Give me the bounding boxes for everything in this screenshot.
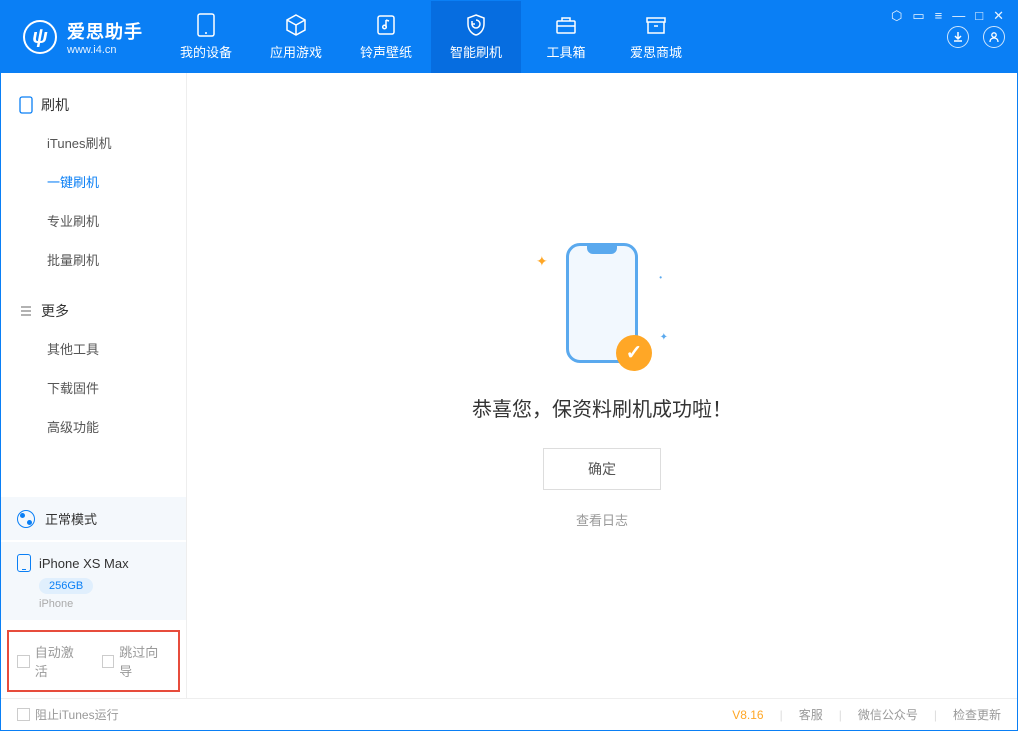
- tab-apps[interactable]: 应用游戏: [251, 1, 341, 73]
- checkbox-skip-guide[interactable]: 跳过向导: [102, 642, 171, 680]
- logo-area: ψ 爱思助手 www.i4.cn: [1, 1, 161, 73]
- checkbox-icon: [102, 655, 115, 668]
- storage-badge: 256GB: [39, 578, 93, 594]
- wechat-link[interactable]: 微信公众号: [858, 706, 918, 723]
- mode-box[interactable]: 正常模式: [1, 497, 186, 540]
- device-name: iPhone XS Max: [39, 556, 129, 571]
- app-title: 爱思助手: [67, 18, 143, 44]
- mode-icon: [17, 510, 35, 528]
- statusbar: 阻止iTunes运行 V8.16 | 客服 | 微信公众号 | 检查更新: [1, 698, 1017, 730]
- store-icon: [644, 13, 668, 37]
- sidebar-item-other-tools[interactable]: 其他工具: [1, 329, 186, 368]
- checkbox-row: 自动激活 跳过向导: [7, 630, 180, 692]
- minimize-icon[interactable]: —: [952, 8, 965, 24]
- view-log-link[interactable]: 查看日志: [576, 510, 628, 529]
- app-subtitle: www.i4.cn: [67, 44, 143, 56]
- window-controls: ⬡ ▭ ≡ — □ ✕: [891, 8, 1004, 24]
- cube-icon: [284, 13, 308, 37]
- hex-icon[interactable]: ⬡: [891, 8, 902, 24]
- tab-my-device[interactable]: 我的设备: [161, 1, 251, 73]
- music-icon: [374, 13, 398, 37]
- sidebar: 刷机 iTunes刷机 一键刷机 专业刷机 批量刷机 更多 其他工具 下载固件 …: [1, 73, 187, 698]
- app-window: ⬡ ▭ ≡ — □ ✕ ψ 爱思助手 www.i4.cn 我的设备 应用游戏: [0, 0, 1018, 731]
- main-content: ✦ ✦ • ✓ 恭喜您，保资料刷机成功啦！ 确定 查看日志: [187, 73, 1017, 698]
- sparkle-icon: ✦: [660, 332, 668, 343]
- sparkle-icon: •: [659, 273, 662, 282]
- titlebar: ⬡ ▭ ≡ — □ ✕ ψ 爱思助手 www.i4.cn 我的设备 应用游戏: [1, 1, 1017, 73]
- success-message: 恭喜您，保资料刷机成功啦！: [472, 393, 732, 422]
- mode-label: 正常模式: [45, 509, 97, 528]
- menu-icon[interactable]: ≡: [935, 8, 943, 24]
- device-icon: [194, 13, 218, 37]
- sidebar-item-batch-flash[interactable]: 批量刷机: [1, 240, 186, 279]
- note-icon[interactable]: ▭: [912, 8, 924, 24]
- tab-store[interactable]: 爱思商城: [611, 1, 701, 73]
- device-type: iPhone: [39, 598, 170, 610]
- tab-ringtones[interactable]: 铃声壁纸: [341, 1, 431, 73]
- maximize-icon[interactable]: □: [975, 8, 983, 24]
- logo-icon: ψ: [23, 20, 57, 54]
- phone-outline-icon: [19, 96, 33, 114]
- check-badge-icon: ✓: [616, 335, 652, 371]
- tab-toolbox[interactable]: 工具箱: [521, 1, 611, 73]
- user-icon[interactable]: [983, 26, 1005, 48]
- update-link[interactable]: 检查更新: [953, 706, 1001, 723]
- body: 刷机 iTunes刷机 一键刷机 专业刷机 批量刷机 更多 其他工具 下载固件 …: [1, 73, 1017, 698]
- checkbox-auto-activate[interactable]: 自动激活: [17, 642, 86, 680]
- sidebar-head-more: 更多: [1, 293, 186, 329]
- checkbox-icon: [17, 655, 30, 668]
- checkbox-icon: [17, 708, 30, 721]
- success-illustration: ✦ ✦ • ✓: [566, 243, 638, 363]
- toolbox-icon: [554, 13, 578, 37]
- main-tabs: 我的设备 应用游戏 铃声壁纸 智能刷机 工具箱 爱思商城: [161, 1, 701, 73]
- shield-icon: [464, 13, 488, 37]
- sparkle-icon: ✦: [536, 253, 548, 270]
- download-icon[interactable]: [947, 26, 969, 48]
- sidebar-item-oneclick-flash[interactable]: 一键刷机: [1, 162, 186, 201]
- ok-button[interactable]: 确定: [543, 448, 661, 490]
- sidebar-item-download-firmware[interactable]: 下载固件: [1, 368, 186, 407]
- device-box[interactable]: iPhone XS Max 256GB iPhone: [1, 542, 186, 620]
- close-icon[interactable]: ✕: [993, 8, 1004, 24]
- sidebar-item-pro-flash[interactable]: 专业刷机: [1, 201, 186, 240]
- checkbox-stop-itunes[interactable]: 阻止iTunes运行: [17, 706, 119, 723]
- tab-flash[interactable]: 智能刷机: [431, 1, 521, 73]
- sidebar-item-advanced[interactable]: 高级功能: [1, 407, 186, 446]
- list-icon: [19, 304, 33, 318]
- version-label: V8.16: [732, 708, 763, 722]
- sidebar-item-itunes-flash[interactable]: iTunes刷机: [1, 123, 186, 162]
- support-link[interactable]: 客服: [799, 706, 823, 723]
- sidebar-head-flash: 刷机: [1, 87, 186, 123]
- device-phone-icon: [17, 554, 31, 572]
